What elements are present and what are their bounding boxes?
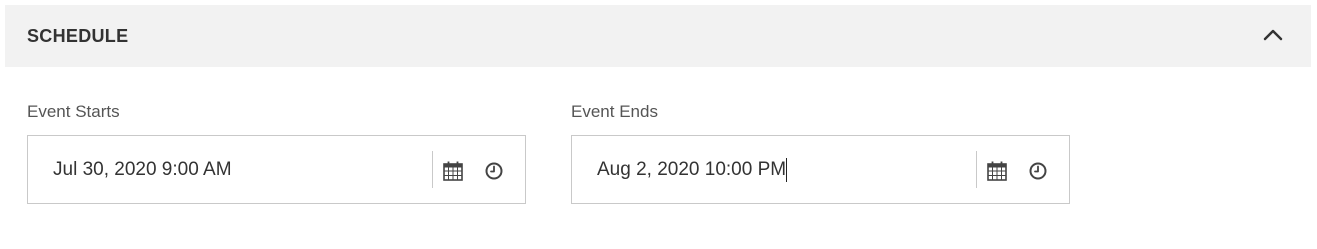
field-divider bbox=[432, 151, 433, 188]
schedule-header[interactable]: SCHEDULE bbox=[5, 5, 1311, 67]
event-starts-value: Jul 30, 2020 9:00 AM bbox=[53, 159, 232, 180]
field-divider bbox=[976, 151, 977, 188]
clock-icon[interactable] bbox=[1028, 161, 1048, 181]
event-starts-label: Event Starts bbox=[27, 102, 120, 121]
calendar-icon[interactable] bbox=[442, 160, 464, 182]
section-title: SCHEDULE bbox=[27, 26, 129, 46]
text-cursor bbox=[786, 158, 788, 182]
event-ends-value: Aug 2, 2020 10:00 PM bbox=[597, 159, 787, 180]
event-ends-label: Event Ends bbox=[571, 102, 658, 121]
calendar-icon[interactable] bbox=[986, 160, 1008, 182]
chevron-up-icon[interactable] bbox=[1261, 23, 1285, 47]
event-ends-value-wrap: Aug 2, 2020 10:00 PM bbox=[597, 158, 788, 182]
event-ends-field[interactable]: Aug 2, 2020 10:00 PM bbox=[571, 135, 1070, 204]
schedule-section: SCHEDULE Event Starts Jul 30, 2020 9:00 … bbox=[0, 0, 1317, 249]
clock-icon[interactable] bbox=[484, 161, 504, 181]
event-starts-field[interactable]: Jul 30, 2020 9:00 AM bbox=[27, 135, 526, 204]
